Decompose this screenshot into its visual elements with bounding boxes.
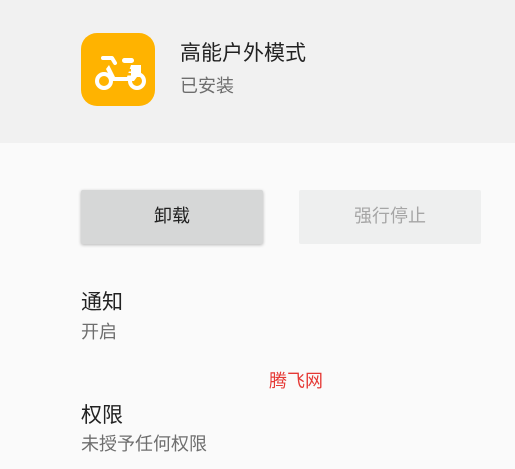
app-name: 高能户外模式: [180, 41, 306, 65]
notifications-title: 通知: [81, 290, 123, 314]
permissions-value: 未授予任何权限: [81, 434, 207, 455]
scooter-icon: [81, 33, 155, 106]
notifications-value: 开启: [81, 322, 117, 343]
app-install-status: 已安装: [180, 76, 234, 97]
watermark-text: 腾飞网: [269, 371, 323, 392]
uninstall-button[interactable]: 卸载: [81, 190, 263, 244]
permissions-title: 权限: [81, 403, 123, 427]
app-header: 高能户外模式 已安装: [0, 0, 515, 143]
force-stop-button[interactable]: 强行停止: [299, 190, 481, 244]
